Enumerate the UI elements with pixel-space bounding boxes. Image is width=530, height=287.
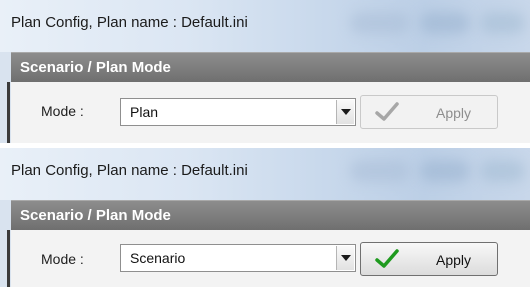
- mode-label: Mode :: [41, 103, 84, 119]
- checkmark-icon: [375, 102, 399, 121]
- plan-config-panel-plan-mode: Plan Config, Plan name : Default.ini Sce…: [0, 0, 530, 143]
- section-header-label: Scenario / Plan Mode: [20, 207, 171, 224]
- mode-dropdown-button[interactable]: [336, 100, 354, 124]
- mode-select[interactable]: Plan: [120, 98, 356, 126]
- apply-button[interactable]: Apply: [360, 242, 498, 276]
- chevron-down-icon: [341, 255, 351, 261]
- apply-button-label: Apply: [436, 105, 472, 121]
- mode-select[interactable]: Scenario: [120, 244, 356, 272]
- window-titlebar: Plan Config, Plan name : Default.ini: [0, 148, 530, 200]
- apply-button-label: Apply: [436, 252, 472, 268]
- section-header-label: Scenario / Plan Mode: [20, 59, 171, 76]
- mode-label: Mode :: [41, 251, 84, 267]
- chevron-down-icon: [341, 109, 351, 115]
- window-titlebar: Plan Config, Plan name : Default.ini: [0, 0, 530, 52]
- section-header: Scenario / Plan Mode: [11, 52, 530, 82]
- apply-button[interactable]: Apply: [360, 95, 498, 129]
- window-left-border: [0, 52, 11, 143]
- mode-row: Mode : Plan Apply: [11, 82, 530, 143]
- checkmark-icon: [375, 249, 399, 268]
- plan-config-panel-scenario-mode: Plan Config, Plan name : Default.ini Sce…: [0, 148, 530, 287]
- mode-row: Mode : Scenario Apply: [11, 230, 530, 287]
- window-title: Plan Config, Plan name : Default.ini: [11, 162, 248, 179]
- mode-select-value: Plan: [130, 104, 159, 120]
- window-left-border: [0, 200, 11, 287]
- window-title: Plan Config, Plan name : Default.ini: [11, 14, 248, 31]
- mode-dropdown-button[interactable]: [336, 246, 354, 270]
- section-header: Scenario / Plan Mode: [11, 200, 530, 230]
- mode-select-value: Scenario: [130, 250, 186, 266]
